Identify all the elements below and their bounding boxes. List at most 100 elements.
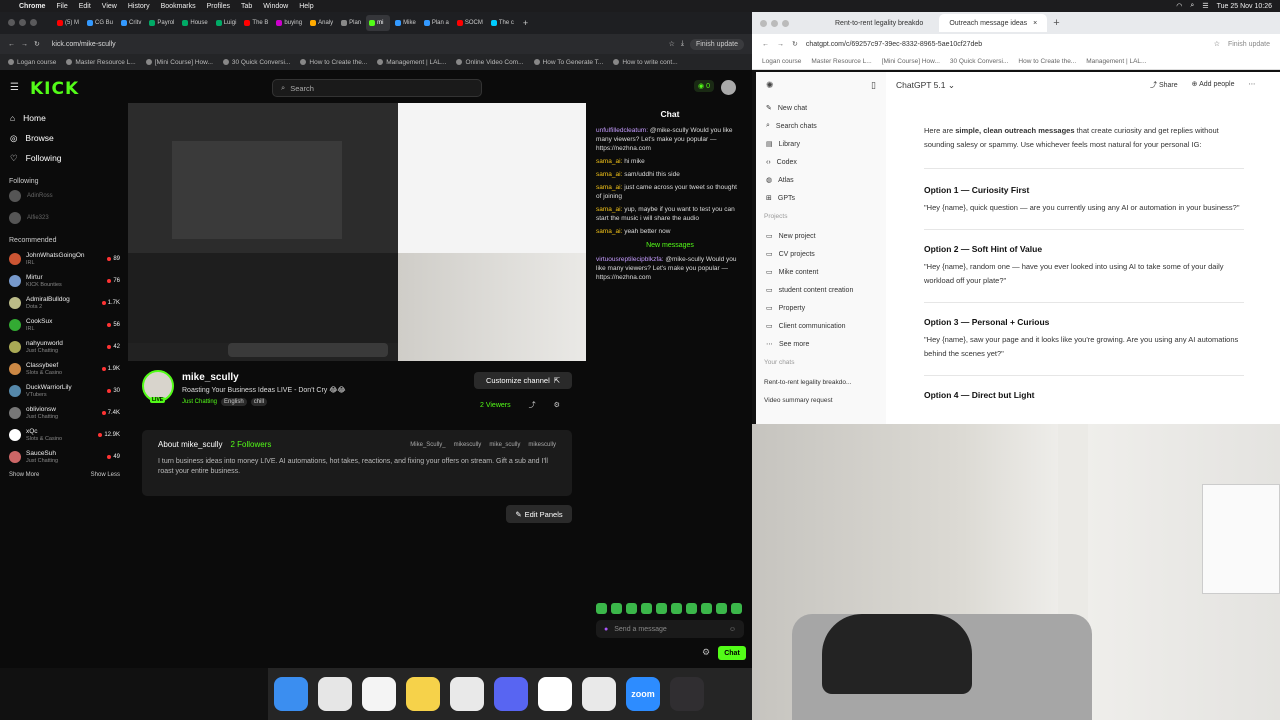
share-icon[interactable]: ⤴	[529, 400, 536, 410]
menu-history[interactable]: History	[128, 3, 150, 10]
project-item[interactable]: ▭ Mike content	[756, 263, 886, 281]
tab[interactable]: SOCM	[454, 15, 486, 31]
menu-tab[interactable]: Tab	[241, 3, 252, 10]
new-tab-icon[interactable]: +	[519, 18, 532, 28]
following-item[interactable]: AdinRoss	[0, 185, 126, 207]
emote[interactable]	[701, 603, 712, 614]
new-tab-icon[interactable]: +	[1053, 17, 1059, 29]
back-icon[interactable]: ←	[762, 41, 769, 48]
category-link[interactable]: Just Chatting	[182, 399, 217, 405]
recommended-item[interactable]: xQc Slots & Casino 12.9K	[0, 424, 126, 446]
sidebar-item-home[interactable]: ⌂ Home	[0, 108, 126, 128]
social-x[interactable]: Mike_Scully_	[410, 442, 445, 448]
sidebar-item-new-chat[interactable]: ✎ New chat	[756, 99, 886, 117]
bookmark[interactable]: 30 Quick Conversi...	[950, 58, 1009, 65]
project-item[interactable]: ▭ New project	[756, 227, 886, 245]
control-center-icon[interactable]: ☰	[1202, 2, 1208, 10]
photos-app-icon[interactable]	[362, 677, 396, 711]
sidebar-item-search[interactable]: ⌕ Search chats	[756, 117, 886, 135]
tab[interactable]: Luigi	[213, 15, 240, 31]
social-tiktok[interactable]: mikescully	[528, 442, 556, 448]
tab[interactable]: CG Bu	[84, 15, 116, 31]
tab-active[interactable]: Outreach message ideas ×	[939, 14, 1048, 32]
emote[interactable]	[686, 603, 697, 614]
search-icon[interactable]: ⌕	[1190, 2, 1194, 10]
settings-icon[interactable]: ⚙	[554, 401, 560, 409]
social-youtube[interactable]: mike_scully	[489, 442, 520, 448]
reload-icon[interactable]: ↻	[792, 40, 798, 48]
bookmark[interactable]: Logan course	[762, 58, 801, 65]
recommended-item[interactable]: DuckWarriorLily VTubers 30	[0, 380, 126, 402]
window-controls[interactable]	[760, 19, 789, 27]
more-icon[interactable]: ⋯	[1249, 80, 1256, 90]
tab[interactable]: The c	[488, 15, 517, 31]
recommended-item[interactable]: oblivionsw Just Chatting 7.4K	[0, 402, 126, 424]
tag[interactable]: English	[221, 398, 247, 406]
menu-view[interactable]: View	[102, 3, 117, 10]
wifi-icon[interactable]: ◠	[1176, 2, 1182, 10]
discord-app-icon[interactable]	[494, 677, 528, 711]
menu-file[interactable]: File	[56, 3, 67, 10]
url-field[interactable]: chatgpt.com/c/69257c97-39ec-8332-8965-5a…	[806, 41, 1206, 48]
sidebar-item-browse[interactable]: ◎ Browse	[0, 128, 126, 148]
chat-input[interactable]: ● Send a message ☺	[596, 620, 744, 638]
sidebar-item-following[interactable]: ♡ Following	[0, 148, 126, 168]
chat-history-item[interactable]: Video summary request	[756, 391, 886, 409]
share-button[interactable]: ⤴ Share	[1150, 80, 1178, 90]
tab[interactable]: Payrol	[146, 15, 177, 31]
recommended-item[interactable]: AdmiralBulldog Dota 2 1.7K	[0, 292, 126, 314]
window-controls[interactable]	[8, 19, 37, 26]
tag[interactable]: chill	[250, 398, 268, 406]
sidebar-item-atlas[interactable]: ◍ Atlas	[756, 171, 886, 189]
forward-icon[interactable]: →	[777, 41, 784, 48]
bookmark[interactable]: 30 Quick Conversi...	[222, 59, 290, 66]
project-item[interactable]: ▭ CV projects	[756, 245, 886, 263]
chat-send-button[interactable]: Chat	[718, 646, 746, 660]
chrome-app-icon[interactable]	[582, 677, 616, 711]
project-item[interactable]: ▭ Property	[756, 299, 886, 317]
search-input[interactable]: ⌕ Search	[272, 79, 482, 97]
bookmark[interactable]: How to Create the...	[1018, 58, 1076, 65]
new-messages-divider[interactable]: New messages	[588, 242, 752, 249]
tab[interactable]: (5) M	[54, 15, 82, 31]
launchpad-app-icon[interactable]	[318, 677, 352, 711]
tab[interactable]: House	[179, 15, 210, 31]
tab[interactable]: The B	[241, 15, 271, 31]
bookmark[interactable]: Management | LAL...	[377, 59, 446, 66]
avatar[interactable]	[721, 80, 736, 95]
following-item[interactable]: Alfie323	[0, 207, 126, 229]
tab[interactable]: Analy	[307, 15, 336, 31]
star-icon[interactable]: ☆	[1214, 40, 1220, 48]
recommended-item[interactable]: nahyunworld Just Chatting 42	[0, 336, 126, 358]
clock[interactable]: Tue 25 Nov 10:26	[1217, 3, 1272, 10]
emote[interactable]	[671, 603, 682, 614]
download-icon[interactable]: ⤓	[681, 40, 684, 48]
openai-logo-icon[interactable]: ✺	[766, 80, 774, 91]
recommended-item[interactable]: Mirtur KICK Bounties 76	[0, 270, 126, 292]
reload-icon[interactable]: ↻	[34, 40, 40, 48]
url-field[interactable]: kick.com/mike-scully	[46, 37, 663, 51]
bookmark[interactable]: Logan course	[8, 59, 56, 66]
chrome-app-icon[interactable]	[450, 677, 484, 711]
zoom-app-icon[interactable]: zoom	[626, 677, 660, 711]
bookmark[interactable]: How to Create the...	[300, 59, 367, 66]
menu-app-name[interactable]: Chrome	[19, 3, 45, 10]
tab[interactable]: Mike	[392, 15, 419, 31]
bookmark[interactable]: Online Video Com...	[456, 59, 524, 66]
bookmark[interactable]: Master Resource L...	[66, 59, 136, 66]
recommended-item[interactable]: CookSux IRL 56	[0, 314, 126, 336]
bookmark[interactable]: [Mini Course] How...	[882, 58, 940, 65]
finish-update-button[interactable]: Finish update	[1228, 41, 1270, 48]
menu-bookmarks[interactable]: Bookmarks	[161, 3, 196, 10]
notes-app-icon[interactable]	[406, 677, 440, 711]
edit-panels-button[interactable]: ✎ Edit Panels	[506, 505, 572, 523]
emote[interactable]	[626, 603, 637, 614]
sidebar-item-gpts[interactable]: ⊞ GPTs	[756, 189, 886, 207]
mic-icon[interactable]: ●	[604, 626, 608, 633]
social-instagram[interactable]: mikescully	[454, 442, 482, 448]
recommended-item[interactable]: JohnWhatsGoingOn IRL 89	[0, 248, 126, 270]
emote[interactable]	[716, 603, 727, 614]
bookmark[interactable]: How to write cont...	[613, 59, 678, 66]
bookmark[interactable]: How To Generate T...	[533, 59, 603, 66]
notifications-button[interactable]: ◉ 0	[694, 80, 715, 92]
